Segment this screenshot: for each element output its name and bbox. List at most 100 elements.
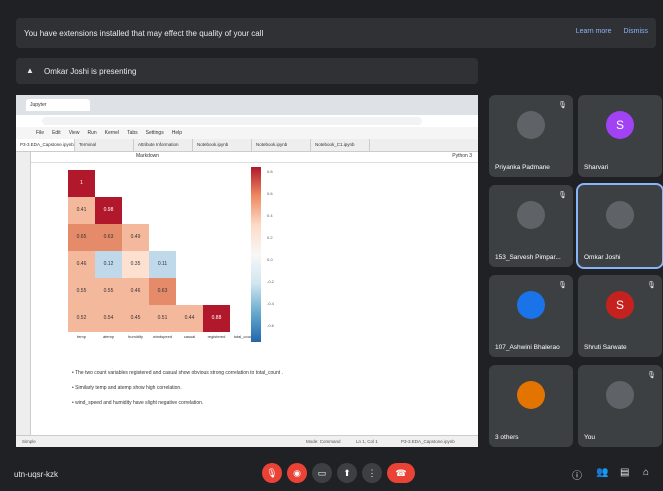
bullet-item: • wind_speed and humidity have slight ne… [72,400,204,406]
notebook-tab: Notebook.ipynb [193,139,252,151]
extensions-banner: You have extensions installed that may e… [16,18,656,48]
shared-screen: Jupyter File Edit View Run Kernel Tabs S… [16,95,478,447]
heatmap-cell: 0.46 [122,278,149,305]
kernel-name: Python 3 [452,153,472,159]
heatmap-colorbar [251,167,261,342]
colorbar-tick: 0.4 [267,213,273,218]
notebook-tabs: P3-3.EDA_Capstone.ipynb Terminal Attribu… [16,139,478,152]
avatar [517,200,545,229]
menu-item: Help [171,130,183,136]
participant-name: 3 others [495,434,519,441]
browser-tab: Jupyter [26,99,90,111]
participant-tile[interactable]: Priyanka Padmane 🎙 [489,95,573,177]
heatmap-cell: 0.49 [122,224,149,251]
heatmap-cell: 0.65 [68,224,95,251]
present-icon[interactable]: ⬆ [337,463,357,483]
dismiss-link[interactable]: Dismiss [624,28,649,35]
mic-off-icon: 🎙 [558,102,567,109]
heatmap-cell: 0.55 [68,278,95,305]
menu-item: Settings [145,130,164,136]
jupyter-left-sidebar [16,152,31,437]
participant-tile[interactable]: 107_Ashwini Bhalerao 🎙 [489,275,573,357]
notebook-tab: Terminal [75,139,134,151]
colorbar-tick: -0.6 [267,323,274,328]
captions-icon[interactable]: ▭ [312,463,332,483]
participant-tile[interactable]: 3 others [489,365,573,447]
participant-name: 153_Sarvesh Pimpar... [495,254,561,261]
notebook-tab: Attribute Information [134,139,193,151]
participant-tile[interactable]: You 🎙 [578,365,662,447]
heatmap-cell: 0.63 [149,278,176,305]
avatar [606,200,634,229]
chat-icon[interactable]: ▤ [620,467,629,478]
bullet-item: • Similarly temp and atemp show high cor… [72,385,182,391]
status-position: Ln 1, Col 1 [356,439,378,444]
participant-name: Shruti Sarwate [584,344,627,351]
heatmap-cell: 0.35 [122,251,149,278]
participant-name: You [584,434,595,441]
end-call-icon[interactable]: ☎ [387,463,415,483]
heatmap-cell: 0.51 [149,305,176,332]
info-icon[interactable]: ⓘ [572,467,582,482]
heatmap-cell: 0.88 [203,305,230,332]
heatmap-x-label: atemp [102,334,115,339]
status-file: P3-3.EDA_Capstone.ipynb [401,439,455,444]
participant-name: Omkar Joshi [584,254,621,261]
avatar [606,380,634,409]
heatmap-x-label: temp [77,334,86,339]
menu-item: Run [87,130,97,136]
heatmap-cell: 0.63 [95,224,122,251]
avatar [517,380,545,409]
mic-off-icon: 🎙 [558,192,567,199]
markdown-bullets: • The two count variables registered and… [72,370,283,415]
heatmap-x-label: casual [183,334,196,339]
heatmap-cell: 0.52 [68,305,95,332]
notebook-tab: Notebook_C1.ipynb [311,139,370,151]
participant-tile[interactable]: S Sharvari [578,95,662,177]
colorbar-tick: 0.8 [267,169,273,174]
heatmap-cell: 0.45 [122,305,149,332]
jupyter-menubar: File Edit View Run Kernel Tabs Settings … [16,127,478,139]
jupyter-statusbar: Simple Mode: Command Ln 1, Col 1 P3-3.ED… [16,435,478,447]
colorbar-tick: -0.2 [267,279,274,284]
present-icon: ▲ [26,66,34,75]
menu-item: Edit [52,130,61,136]
notebook-tab: P3-3.EDA_Capstone.ipynb [16,139,75,151]
camera-off-icon[interactable]: ◉ [287,463,307,483]
colorbar-tick: 0.0 [267,257,273,262]
avatar [517,110,545,139]
heatmap: 1 0.41 0.98 0.65 0.63 0.49 0.46 0.12 0.35 0.11 0.5… [68,165,253,355]
participant-tile[interactable]: Omkar Joshi [576,183,663,269]
participant-tile[interactable]: 153_Sarvesh Pimpar... 🎙 [489,185,573,267]
menu-item: Tabs [127,130,138,136]
activities-icon[interactable]: ⌂ [643,467,649,478]
mic-off-icon: 🎙 [558,282,567,289]
presenting-text: Omkar Joshi is presenting [44,66,137,76]
presenting-bar: ▲ Omkar Joshi is presenting [16,58,478,84]
participant-tile[interactable]: S Shruti Sarwate 🎙 [578,275,662,357]
heatmap-x-label: humidity [128,334,143,339]
mic-off-icon[interactable]: 🎙 [262,463,282,483]
colorbar-tick: -0.4 [267,301,274,306]
heatmap-cell: 1 [68,170,95,197]
avatar [517,290,545,319]
people-icon[interactable]: 👥 [596,467,608,478]
heatmap-cell: 0.12 [95,251,122,278]
more-icon[interactable]: ⋮ [362,463,382,483]
menu-item: File [36,130,45,136]
heatmap-cell: 0.98 [95,197,122,224]
banner-message: You have extensions installed that may e… [24,28,264,38]
cell-type: Markdown [136,153,160,159]
heatmap-x-label: registered [207,334,226,339]
heatmap-cell: 0.46 [68,251,95,278]
avatar: S [606,290,634,319]
status-mode: Mode: Command [306,439,341,444]
participant-name: 107_Ashwini Bhalerao [495,344,560,351]
url-box [42,117,422,125]
heatmap-cell: 0.44 [176,305,203,332]
mic-off-icon: 🎙 [647,282,656,289]
status-simple: Simple [22,439,36,444]
notebook-toolbar: Markdown Python 3 [16,152,478,163]
notebook-tab: Notebook.ipynb [252,139,311,151]
learn-more-link[interactable]: Learn more [576,28,612,35]
